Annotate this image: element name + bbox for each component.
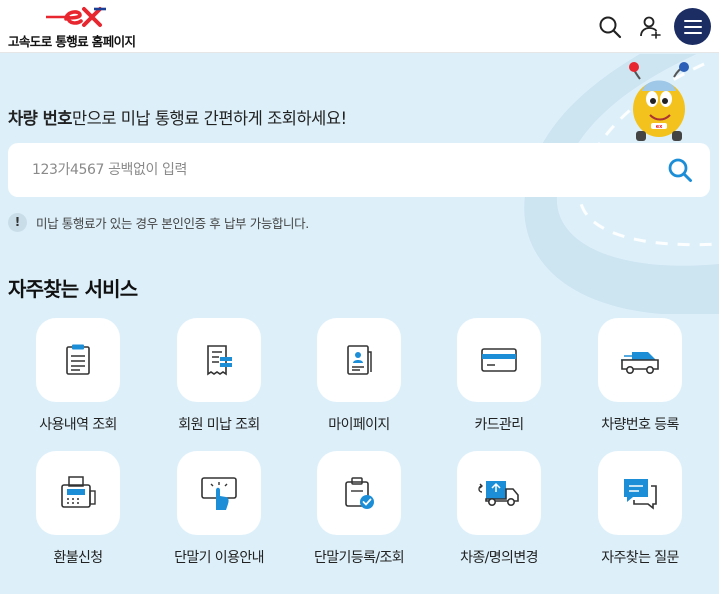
credit-card-icon	[481, 348, 517, 372]
service-label: 차량번호 등록	[601, 417, 679, 433]
service-tile	[457, 318, 541, 402]
notice-message: ! 미납 통행료가 있는 경우 본인인증 후 납부 가능합니다.	[8, 212, 309, 232]
touch-terminal-icon	[201, 477, 237, 510]
service-label: 차종/명의변경	[460, 550, 538, 566]
ex-logo-icon	[46, 7, 106, 27]
service-terminal-registration[interactable]: 단말기등록/조회	[289, 449, 429, 567]
page-headline: 차량 번호만으로 미납 통행료 간편하게 조회하세요!	[8, 105, 347, 129]
mascot-car-image: ex	[629, 62, 689, 141]
header-search-button[interactable]	[593, 10, 627, 44]
site-logo[interactable]: 고속도로 통행료 홈페이지	[8, 6, 143, 49]
service-tile	[36, 318, 120, 402]
service-label: 단말기등록/조회	[313, 550, 405, 566]
search-icon	[668, 158, 692, 182]
search-icon	[599, 16, 622, 39]
service-label: 마이페이지	[328, 417, 390, 433]
truck-icon	[478, 481, 519, 506]
top-header: 고속도로 통행료 홈페이지	[0, 0, 719, 53]
printer-refund-icon	[61, 476, 96, 508]
user-icon	[640, 16, 661, 39]
service-terminal-guide[interactable]: 단말기 이용안내	[149, 449, 289, 567]
service-vehicle-type-change[interactable]: 차종/명의변경	[429, 449, 569, 567]
service-tile	[598, 318, 682, 402]
service-tile	[317, 451, 401, 535]
headline-emphasis: 차량 번호	[8, 109, 72, 128]
logo-text: 고속도로 통행료 홈페이지	[8, 34, 136, 49]
vehicle-search-box	[8, 143, 710, 197]
car-icon	[621, 352, 659, 374]
service-tile	[177, 318, 261, 402]
clipboard-list-icon	[66, 344, 90, 375]
device-check-icon	[345, 477, 374, 509]
header-user-button[interactable]	[633, 10, 667, 44]
service-label: 단말기 이용안내	[174, 550, 264, 566]
vehicle-search-button[interactable]	[664, 154, 696, 186]
vehicle-number-input[interactable]	[32, 143, 652, 197]
service-tile	[36, 451, 120, 535]
notice-text: 미납 통행료가 있는 경우 본인인증 후 납부 가능합니다.	[36, 215, 309, 231]
service-card-management[interactable]: 카드관리	[429, 316, 569, 434]
hamburger-menu-button[interactable]	[674, 8, 711, 45]
service-label: 환불신청	[53, 550, 103, 566]
svg-text:ex: ex	[656, 124, 663, 130]
id-card-icon	[347, 345, 372, 375]
service-label: 회원 미납 조회	[178, 417, 260, 433]
service-member-unpaid[interactable]: 회원 미납 조회	[149, 316, 289, 434]
service-vehicle-registration[interactable]: 차량번호 등록	[570, 316, 710, 434]
service-tile	[317, 318, 401, 402]
hamburger-menu-icon	[683, 19, 702, 34]
receipt-icon	[207, 345, 232, 376]
service-refund-request[interactable]: 환불신청	[8, 449, 148, 567]
service-label: 자주찾는 질문	[601, 550, 679, 566]
exclamation-icon: !	[8, 212, 27, 232]
service-tile	[598, 451, 682, 535]
frequent-services-grid: 사용내역 조회 회원 미납 조회 마이페이지 카드관리 차량번호 등록 환불신청…	[0, 316, 719, 576]
main-content: ex 차량 번호만으로 미납 통행료 간편하게 조회하세요! ! 미납 통행료가…	[0, 54, 719, 594]
service-label: 카드관리	[474, 417, 524, 433]
service-usage-history[interactable]: 사용내역 조회	[8, 316, 148, 434]
service-mypage[interactable]: 마이페이지	[289, 316, 429, 434]
service-label: 사용내역 조회	[39, 417, 117, 433]
headline-rest: 만으로 미납 통행료 간편하게 조회하세요!	[71, 109, 347, 128]
service-tile	[457, 451, 541, 535]
services-section-title: 자주찾는 서비스	[8, 277, 138, 301]
service-faq[interactable]: 자주찾는 질문	[570, 449, 710, 567]
service-tile	[177, 451, 261, 535]
chat-bubble-icon	[624, 479, 657, 510]
